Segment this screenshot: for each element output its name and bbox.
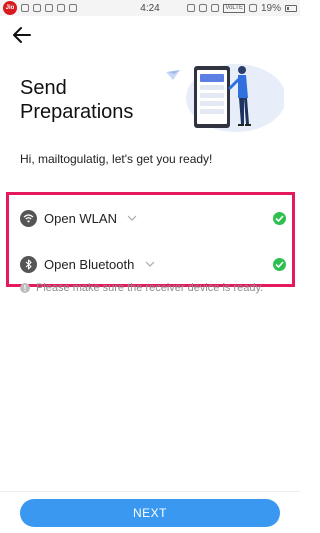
check-row-bluetooth[interactable]: Open Bluetooth xyxy=(9,244,292,284)
next-button[interactable]: NEXT xyxy=(20,499,280,527)
page-title: Send Preparations xyxy=(20,77,134,123)
check-done-icon xyxy=(273,257,286,271)
check-label-wlan: Open WLAN xyxy=(44,210,117,226)
send-illustration xyxy=(166,64,284,132)
mute-icon xyxy=(187,4,196,12)
check-label-bluetooth: Open Bluetooth xyxy=(44,256,135,272)
check-row-wlan[interactable]: Open WLAN xyxy=(9,198,292,238)
signal-icon xyxy=(248,4,257,12)
chevron-down-icon[interactable] xyxy=(127,215,137,221)
info-icon: ! xyxy=(20,283,30,293)
greeting-text: Hi, mailtogulatig, let's get you ready! xyxy=(20,152,213,166)
wifi-status-icon xyxy=(211,4,220,12)
volte-badge: VoLTE xyxy=(223,3,245,13)
chevron-down-icon[interactable] xyxy=(145,261,155,267)
status-right: VoLTE 19% xyxy=(187,3,297,14)
check-done-icon xyxy=(273,211,286,225)
preparation-checklist: Open WLAN Open Bluetooth xyxy=(6,192,295,287)
info-note-text: Please make sure the receiver device is … xyxy=(36,282,264,294)
footer-divider xyxy=(0,491,300,492)
wifi-icon xyxy=(20,209,37,227)
status-bar: Jio 4:24 VoLTE 19% xyxy=(0,0,300,16)
battery-percent: 19% xyxy=(260,2,281,14)
arrow-left-icon xyxy=(13,27,31,43)
bluetooth-icon xyxy=(20,255,37,273)
battery-icon xyxy=(285,4,297,12)
back-button[interactable] xyxy=(12,26,32,44)
info-note: ! Please make sure the receiver device i… xyxy=(20,282,263,294)
alarm-icon xyxy=(199,4,208,12)
